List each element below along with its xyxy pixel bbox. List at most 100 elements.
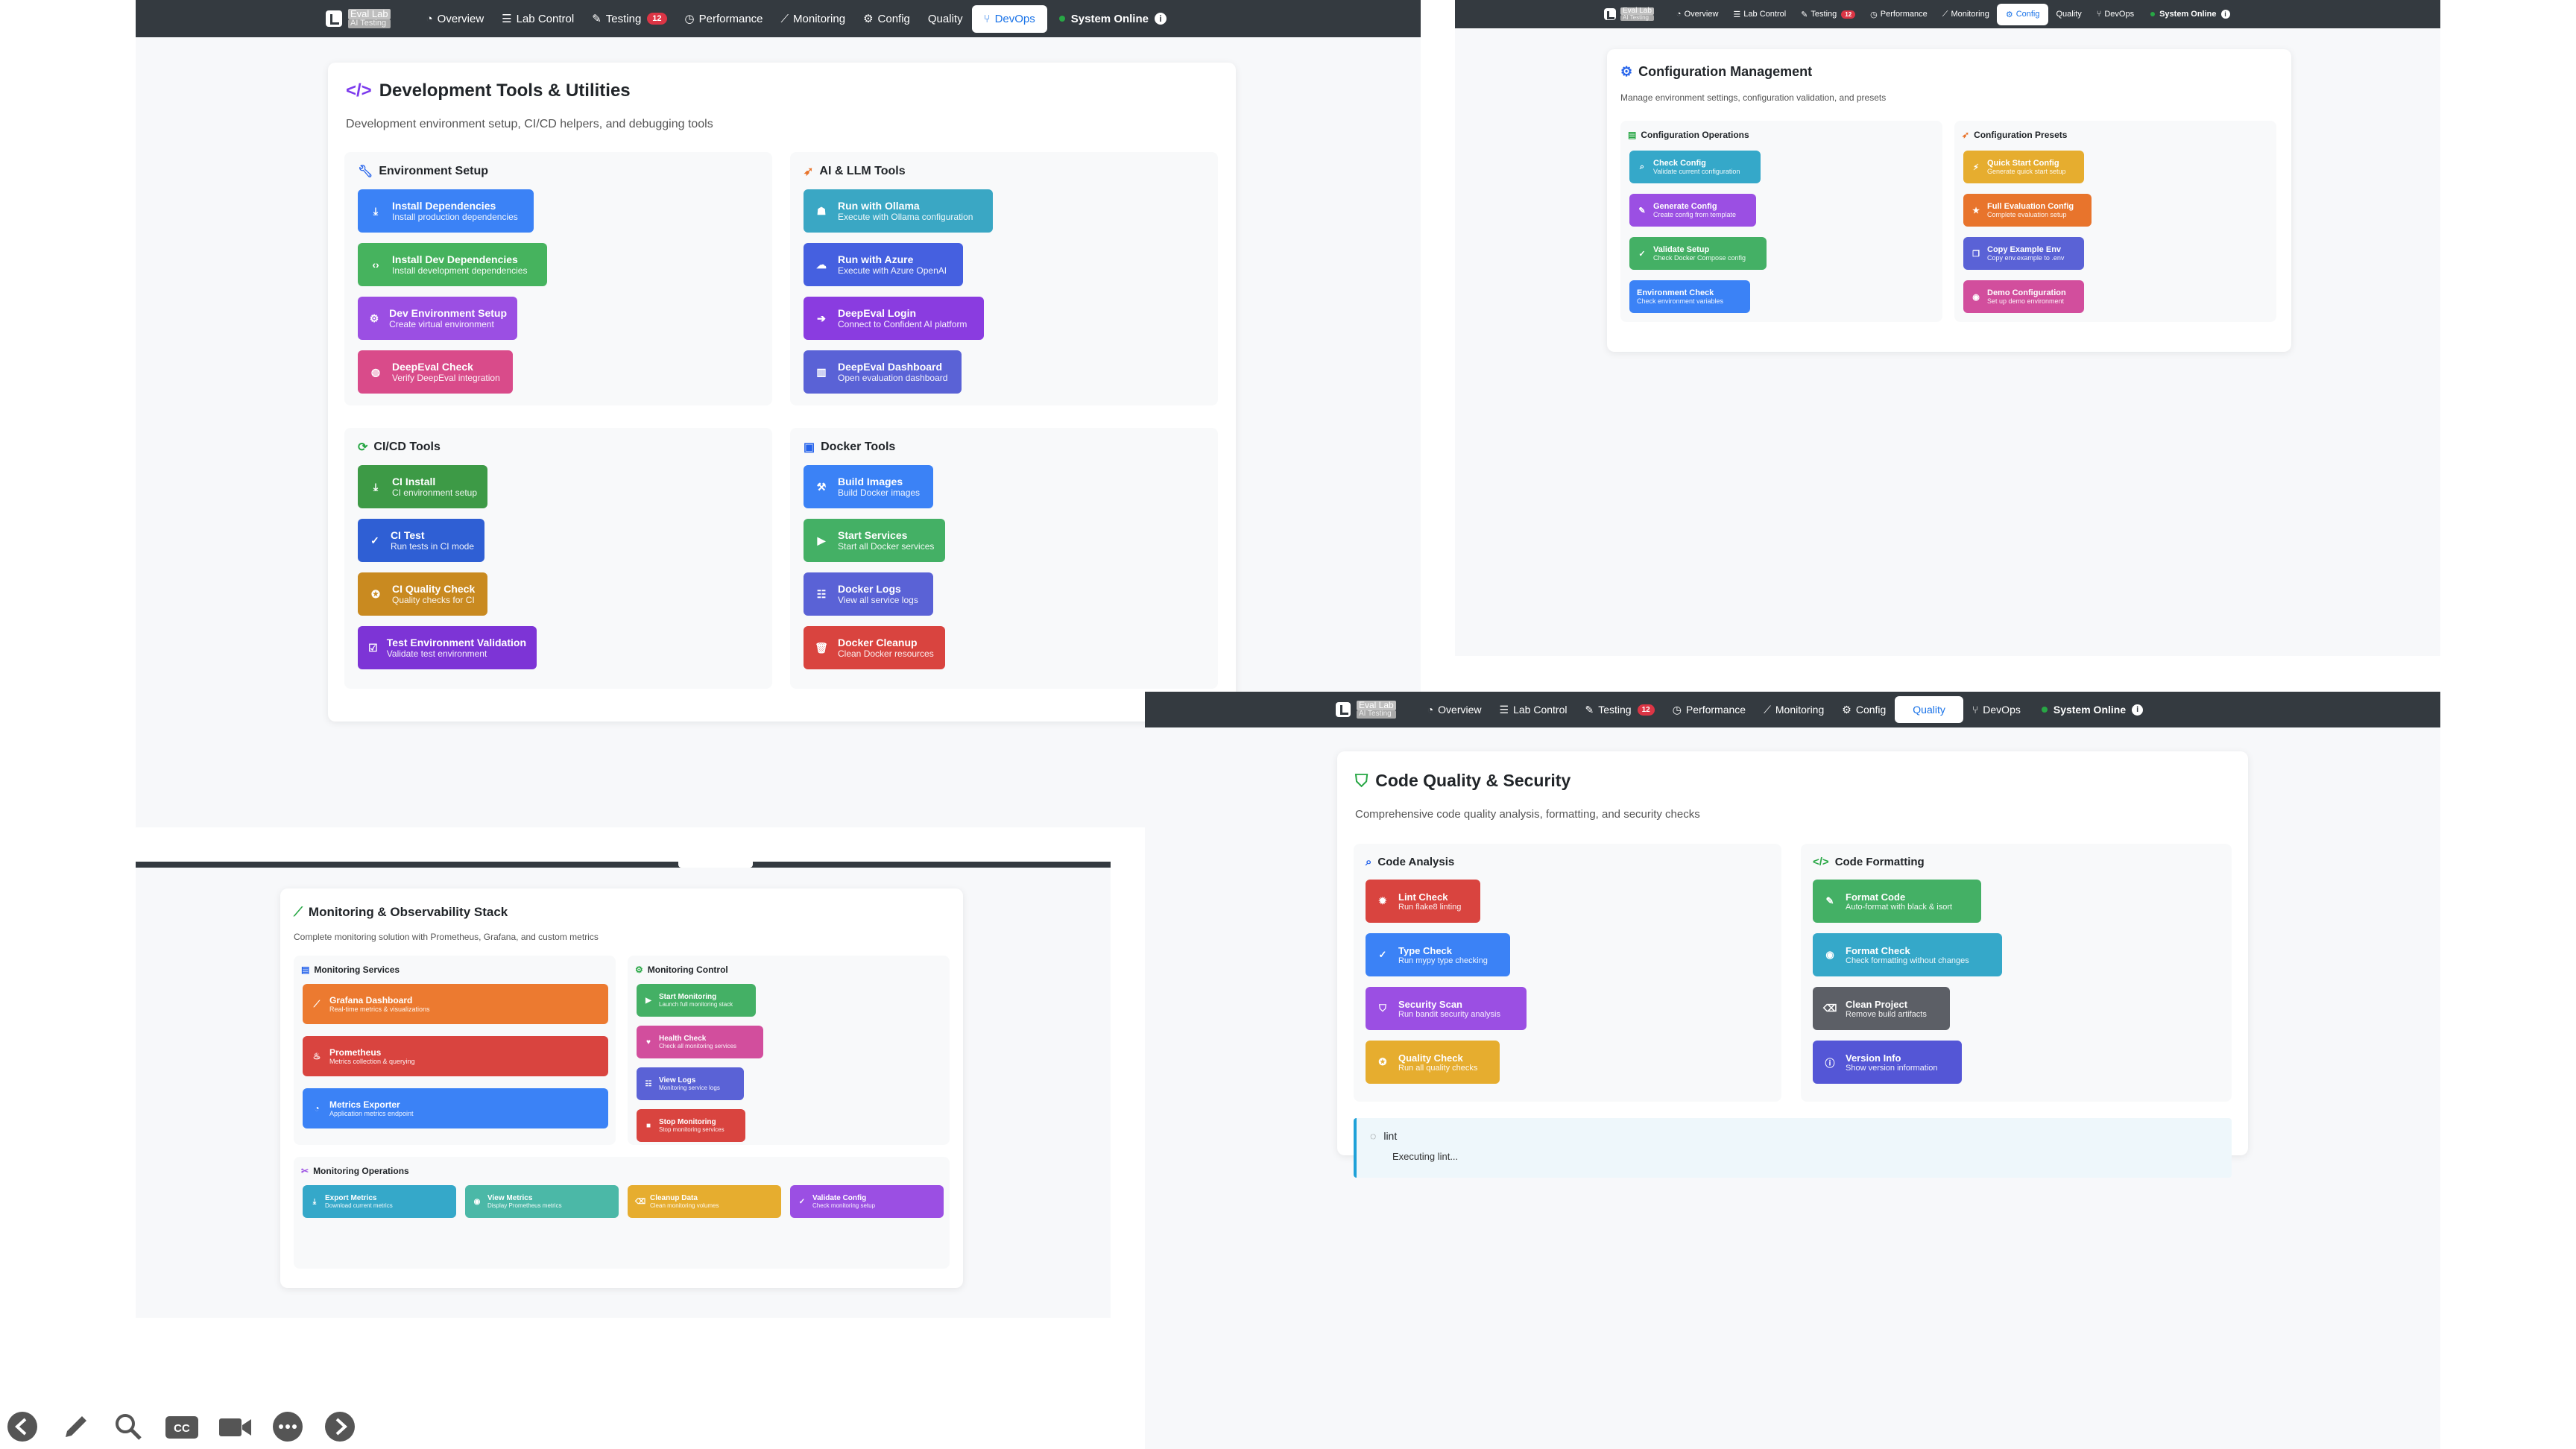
captions-button[interactable]: CC <box>162 1409 201 1445</box>
docker-logs-button[interactable]: ☷ Docker Logs View all service logs <box>804 572 933 616</box>
system-status[interactable]: System Online i <box>2030 698 2155 722</box>
deepeval-check-button[interactable]: ◍ DeepEval Check Verify DeepEval integrati… <box>358 350 513 394</box>
docker-icon: ▣ <box>804 441 815 454</box>
nav-config[interactable]: ⚙ Config <box>1996 3 2049 25</box>
cleanup-data-button[interactable]: ⌫ Cleanup Data Clean monitoring volumes <box>628 1185 781 1218</box>
pen-button[interactable] <box>58 1409 94 1445</box>
start-monitoring-button[interactable]: ▶ Start Monitoring Launch full monitoring … <box>637 984 756 1017</box>
docker-cleanup-button[interactable]: 🗑︎ Docker Cleanup Clean Docker resources <box>804 626 945 669</box>
lint-check-button[interactable]: ✹ Lint Check Run flake8 linting <box>1366 880 1480 923</box>
monitoring-title: ⟋ Monitoring & Observability Stack <box>294 905 508 919</box>
video-button[interactable] <box>216 1409 255 1445</box>
prometheus-button[interactable]: ♨ Prometheus Metrics collection & querying <box>303 1036 608 1076</box>
nav-testing[interactable]: ✎ Testing 12 <box>1793 5 1863 24</box>
pencil-icon <box>66 1416 86 1437</box>
grafana-dashboard-button[interactable]: ⟋ Grafana Dashboard Real-time metrics & vi… <box>303 984 608 1024</box>
check-double-icon: ✓ <box>1638 249 1646 259</box>
env-setup-section: 🔧︎ Environment Setup ⤓ Install Dependencie… <box>344 152 772 405</box>
nav-devops[interactable]: ⑂ DevOps <box>1963 698 2030 722</box>
security-scan-button[interactable]: ⛉ Security Scan Run bandit security analys… <box>1366 987 1527 1030</box>
test-environment-validation-button[interactable]: ☑ Test Environment Validation Validate tes… <box>358 626 537 669</box>
environment-check-button[interactable]: Environment Check Check environment varia… <box>1629 280 1750 313</box>
nav-overview[interactable]: ◔ Overview <box>1669 5 1726 23</box>
nav-config[interactable]: ⚙ Config <box>1833 698 1895 722</box>
check-config-button[interactable]: ⌕ Check Config Validate current configurat… <box>1629 151 1761 183</box>
health-check-button[interactable]: ♥ Health Check Check all monitoring servic… <box>637 1026 763 1058</box>
testing-badge: 12 <box>1637 704 1655 716</box>
status-dot-icon <box>2150 12 2156 16</box>
system-status[interactable]: System Online i <box>1047 7 1178 31</box>
nav-testing[interactable]: ✎ Testing 12 <box>583 6 675 31</box>
install-dependencies-button[interactable]: ⤓ Install Dependencies Install production … <box>358 189 534 233</box>
brand[interactable]: Eval Lab AI Testing <box>326 9 391 28</box>
nav-quality[interactable]: Quality <box>2048 5 2089 23</box>
generate-config-button[interactable]: ✎ Generate Config Create config from templ… <box>1629 194 1756 227</box>
run-with-ollama-button[interactable]: ☗ Run with Ollama Execute with Ollama conf… <box>804 189 993 233</box>
export-metrics-button[interactable]: ⤓ Export Metrics Download current metrics <box>303 1185 456 1218</box>
dev-environment-setup-button[interactable]: ⚙ Dev Environment Setup Create virtual env… <box>358 297 517 340</box>
more-button[interactable] <box>270 1409 306 1445</box>
install-dev-dependencies-button[interactable]: ‹› Install Dev Dependencies Install develo… <box>358 243 547 286</box>
nav-quality[interactable]: Quality <box>1895 696 1963 723</box>
nav-lab-control[interactable]: ☰ Lab Control <box>1726 5 1793 24</box>
nav-overview[interactable]: ◔ Overview <box>417 7 493 31</box>
view-metrics-button[interactable]: ◉ View Metrics Display Prometheus metrics <box>465 1185 619 1218</box>
quality-check-button[interactable]: ✪ Quality Check Run all quality checks <box>1366 1041 1500 1084</box>
nav-lab-control[interactable]: ☰ Lab Control <box>1491 698 1576 722</box>
validate-config-button[interactable]: ✓ Validate Config Check monitoring setup <box>790 1185 944 1218</box>
nav-performance[interactable]: ◷ Performance <box>1863 5 1935 24</box>
run-with-azure-button[interactable]: ☁ Run with Azure Execute with Azure OpenAI <box>804 243 963 286</box>
nav-config[interactable]: ⚙ Config <box>854 6 919 31</box>
nav-overview[interactable]: ◔ Overview <box>1418 698 1491 722</box>
nav-testing[interactable]: ✎ Testing 12 <box>1576 698 1663 722</box>
zoom-button[interactable] <box>110 1409 146 1445</box>
build-images-button[interactable]: ⚒ Build Images Build Docker images <box>804 465 933 508</box>
sliders-icon: ⚙ <box>635 965 643 975</box>
nav-devops[interactable]: ⑂ DevOps <box>971 4 1047 33</box>
nav-monitoring[interactable]: ⟋ Monitoring <box>772 7 855 31</box>
clean-project-button[interactable]: ⌫ Clean Project Remove build artifacts <box>1813 987 1950 1030</box>
type-check-button[interactable]: ✓ Type Check Run mypy type checking <box>1366 933 1510 976</box>
version-info-button[interactable]: ⓘ Version Info Show version information <box>1813 1041 1962 1084</box>
nav-lab-control[interactable]: ☰ Lab Control <box>493 6 583 31</box>
back-button[interactable] <box>4 1409 40 1445</box>
nav-performance[interactable]: ◷ Performance <box>1664 698 1755 722</box>
fire-icon: ♨ <box>312 1051 321 1061</box>
start-services-button[interactable]: ▶ Start Services Start all Docker services <box>804 519 945 562</box>
demo-configuration-button[interactable]: ◉ Demo Configuration Set up demo environme… <box>1963 280 2084 313</box>
copy-example-env-button[interactable]: ❐ Copy Example Env Copy env.example to .en… <box>1963 237 2084 270</box>
full-evaluation-config-button[interactable]: ★ Full Evaluation Config Complete evaluati… <box>1963 194 2092 227</box>
ci-install-button[interactable]: ⤓ CI Install CI environment setup <box>358 465 487 508</box>
nav-performance[interactable]: ◷ Performance <box>676 6 772 31</box>
brand[interactable]: Eval Lab AI Testing <box>1336 701 1396 719</box>
top-nav: Eval Lab AI Testing ◔ Overview ☰ Lab Contr… <box>1145 692 2440 727</box>
ci-quality-check-button[interactable]: ✪ CI Quality Check Quality checks for CI <box>358 572 487 616</box>
play-icon: ▶ <box>645 996 651 1005</box>
stop-monitoring-button[interactable]: ■ Stop Monitoring Stop monitoring services <box>637 1109 745 1142</box>
flask-icon: ✎ <box>1801 10 1808 19</box>
nav-quality[interactable]: Quality <box>919 7 972 31</box>
ci-test-button[interactable]: ✓ CI Test Run tests in CI mode <box>358 519 484 562</box>
magic-icon: ✎ <box>1825 895 1834 906</box>
quality-card: ⛉ Code Quality & Security Comprehensive c… <box>1337 751 2248 1178</box>
deepeval-login-button[interactable]: ➔ DeepEval Login Connect to Confident AI p… <box>804 297 984 340</box>
video-icon <box>219 1418 251 1436</box>
metrics-exporter-button[interactable]: ◔ Metrics Exporter Application metrics end… <box>303 1088 608 1128</box>
nav-monitoring[interactable]: ⟋ Monitoring <box>1935 5 1997 24</box>
format-code-button[interactable]: ✎ Format Code Auto-format with black & iso… <box>1813 880 1981 923</box>
shield-icon: ⛉ <box>1379 1003 1386 1014</box>
forward-button[interactable] <box>322 1409 358 1445</box>
docker-section: ▣ Docker Tools ⚒ Build Images Build Docker … <box>790 428 1218 689</box>
brand[interactable]: Eval Lab AI Testing <box>1604 7 1654 22</box>
system-status[interactable]: System Online i <box>2141 5 2238 23</box>
nav-monitoring[interactable]: ⟋ Monitoring <box>1755 698 1833 722</box>
deepeval-dashboard-button[interactable]: ▥ DeepEval Dashboard Open evaluation dashb… <box>804 350 962 394</box>
quick-start-config-button[interactable]: ⚡︎ Quick Start Config Generate quick start… <box>1963 151 2084 183</box>
gears-icon: ⚙ <box>1620 64 1633 79</box>
ai-llm-section: ➶ AI & LLM Tools ☗ Run with Ollama Execute … <box>790 152 1218 405</box>
nav-devops[interactable]: ⑂ DevOps <box>2089 5 2141 23</box>
format-check-button[interactable]: ◉ Format Check Check formatting without ch… <box>1813 933 2002 976</box>
view-logs-button[interactable]: ☷ View Logs Monitoring service logs <box>637 1067 744 1100</box>
testing-badge: 12 <box>1841 10 1856 19</box>
validate-setup-button[interactable]: ✓ Validate Setup Check Docker Compose conf… <box>1629 237 1767 270</box>
